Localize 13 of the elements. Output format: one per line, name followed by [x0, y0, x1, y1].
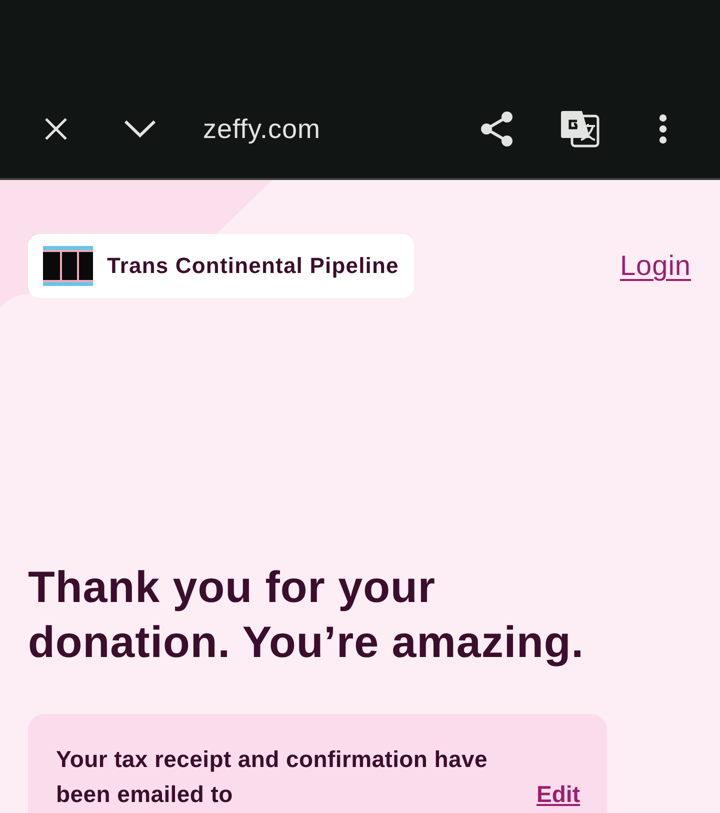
- close-icon: [44, 117, 68, 141]
- share-icon: [480, 111, 514, 147]
- edit-link[interactable]: Edit: [536, 777, 580, 812]
- more-options-icon: [659, 114, 667, 144]
- url-text[interactable]: zeffy.com: [203, 114, 321, 144]
- chevron-down-icon: [124, 120, 156, 138]
- login-link[interactable]: Login: [620, 250, 691, 282]
- logo-icon: [43, 246, 93, 286]
- organization-name: Trans Continental Pipeline: [107, 253, 399, 279]
- thank-you-heading: Thank you for your donation. You’re amazing.: [28, 562, 586, 669]
- organization-card[interactable]: Trans Continental Pipeline: [28, 234, 414, 298]
- receipt-message: Your tax receipt and confirmation have been emailed to: [56, 745, 488, 809]
- translate-icon: [560, 110, 600, 148]
